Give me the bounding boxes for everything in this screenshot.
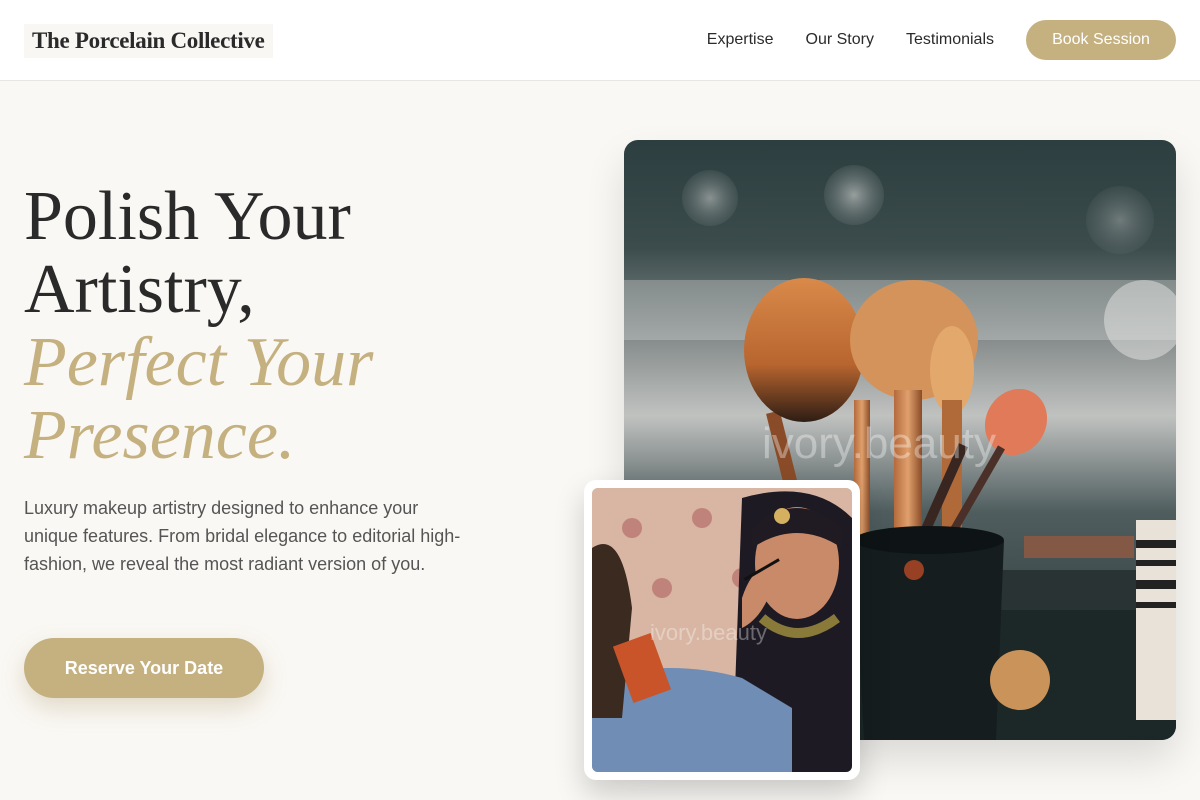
hero-title: Polish Your Artistry, Perfect Your Prese…: [24, 180, 584, 472]
bridal-makeup-image-frame: ivory.beauty: [584, 480, 860, 780]
nav-link-our-story[interactable]: Our Story: [806, 20, 874, 60]
nav-link-testimonials[interactable]: Testimonials: [906, 20, 994, 60]
main-image-watermark: ivory.beauty: [762, 419, 996, 468]
bridal-makeup-illustration: ivory.beauty: [592, 488, 852, 772]
hero-title-line-2: Artistry,: [24, 251, 255, 328]
nav-link-expertise[interactable]: Expertise: [707, 20, 774, 60]
bridal-makeup-image: ivory.beauty: [592, 488, 852, 772]
brand-logo[interactable]: The Porcelain Collective: [24, 24, 273, 58]
secondary-image-watermark: ivory.beauty: [650, 620, 767, 645]
hero-title-accent-line-2: Presence.: [24, 397, 296, 474]
book-session-button[interactable]: Book Session: [1026, 20, 1176, 60]
hero-title-accent-line-1: Perfect Your: [24, 324, 374, 401]
reserve-date-button[interactable]: Reserve Your Date: [24, 638, 264, 698]
site-header: The Porcelain Collective Expertise Our S…: [0, 0, 1200, 81]
hero-title-line-1: Polish Your: [24, 178, 351, 255]
main-nav: Expertise Our Story Testimonials Book Se…: [707, 20, 1176, 60]
hero-description: Luxury makeup artistry designed to enhan…: [24, 498, 461, 574]
